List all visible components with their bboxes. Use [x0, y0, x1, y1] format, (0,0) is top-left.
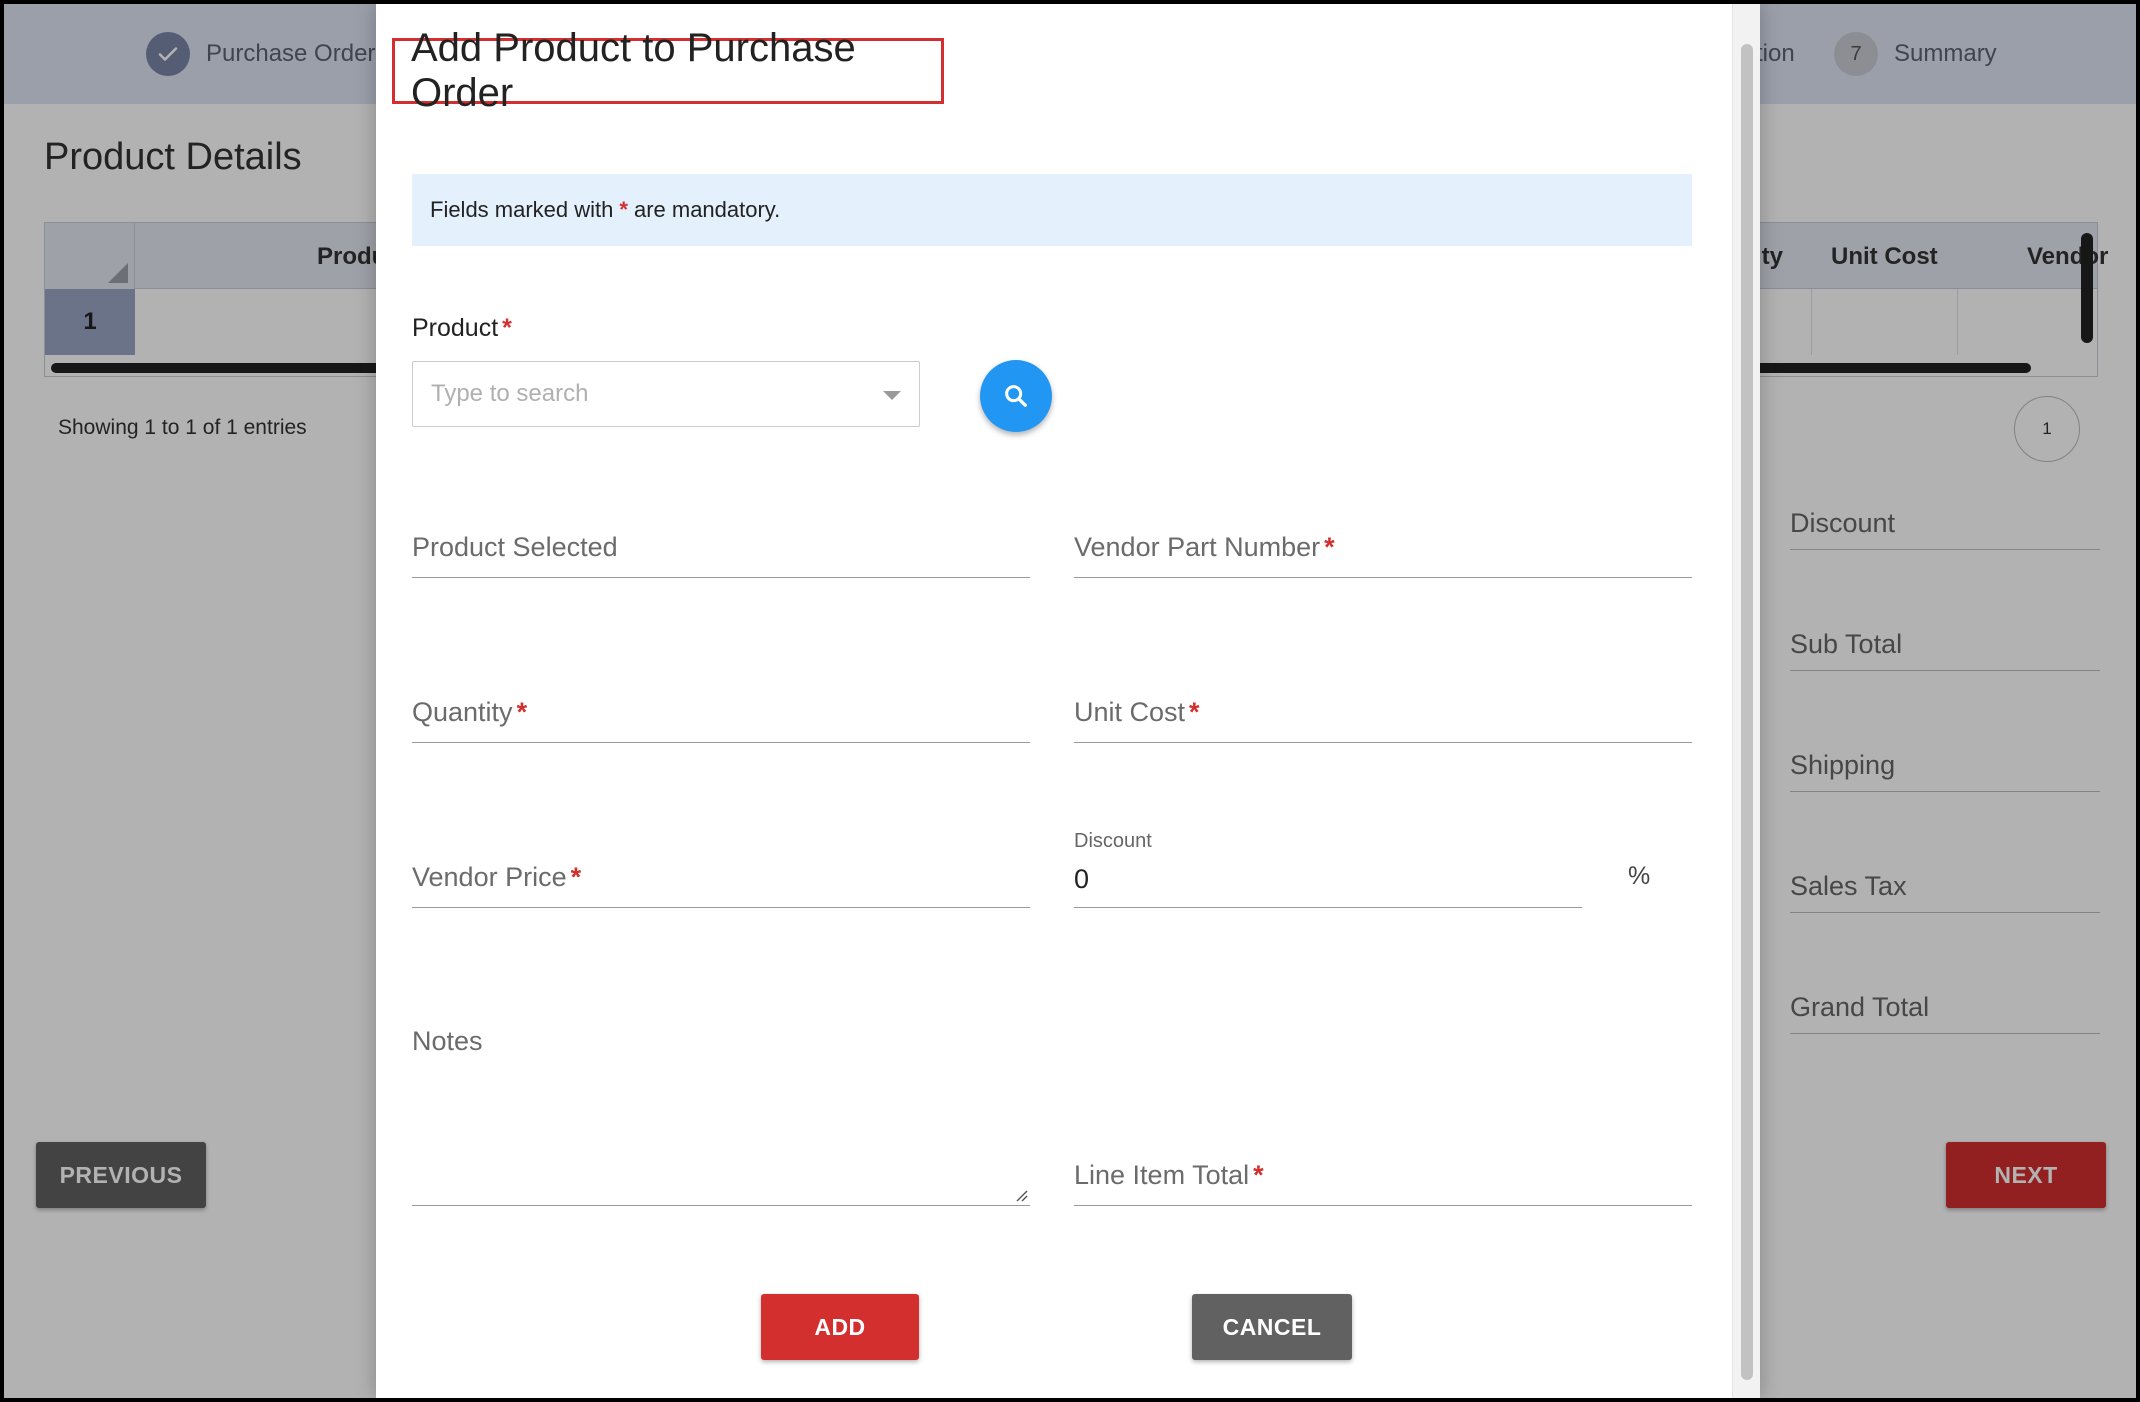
line-item-total-field[interactable]: Line Item Total * — [1074, 1150, 1692, 1206]
notice-suffix: are mandatory. — [633, 197, 781, 222]
field-label: Vendor Price * — [412, 862, 581, 893]
app-window: Purchase Order I tion 7 Summary Product … — [4, 4, 2136, 1398]
resize-grip-icon[interactable] — [1014, 1188, 1028, 1202]
required-star: * — [1253, 1160, 1264, 1190]
label-text: Line Item Total — [1074, 1160, 1250, 1190]
label-text: Unit Cost — [1074, 697, 1186, 727]
add-product-modal: Add Product to Purchase Order Fields mar… — [376, 4, 1760, 1398]
field-label: Unit Cost * — [1074, 697, 1200, 728]
modal-scrollbar-track[interactable] — [1732, 4, 1760, 1398]
modal-title: Add Product to Purchase Order — [411, 26, 856, 115]
product-search-select[interactable]: Type to search — [412, 361, 920, 427]
notes-textarea[interactable] — [412, 1104, 1030, 1206]
discount-value: 0 — [1074, 864, 1090, 894]
product-selected-field[interactable]: Product Selected — [412, 522, 1030, 578]
field-label: Quantity * — [412, 697, 527, 728]
field-label: Vendor Part Number * — [1074, 532, 1335, 563]
mandatory-notice: Fields marked with * are mandatory. — [412, 174, 1692, 246]
label-text: Vendor Price — [412, 862, 567, 892]
add-button[interactable]: ADD — [761, 1294, 919, 1360]
vendor-price-field[interactable]: Vendor Price * — [412, 852, 1030, 908]
product-search-button[interactable] — [980, 360, 1052, 432]
required-star: * — [619, 197, 628, 222]
discount-label: Discount — [1074, 830, 1152, 852]
vendor-part-number-field[interactable]: Vendor Part Number * — [1074, 522, 1692, 578]
required-star: * — [502, 314, 512, 342]
label-text: Vendor Part Number — [1074, 532, 1321, 562]
required-star: * — [1189, 697, 1200, 727]
field-label: Product Selected — [412, 532, 618, 563]
label-text: Quantity — [412, 697, 513, 727]
quantity-field[interactable]: Quantity * — [412, 687, 1030, 743]
label-text: Product Selected — [412, 532, 618, 562]
discount-field[interactable]: 0 — [1074, 852, 1582, 908]
select-placeholder: Type to search — [431, 380, 589, 407]
required-star: * — [1324, 532, 1335, 562]
required-star: * — [516, 697, 528, 727]
product-label: Product * — [412, 314, 512, 343]
modal-title-highlight: Add Product to Purchase Order — [392, 26, 944, 115]
required-star: * — [570, 862, 582, 892]
label-text: Product — [412, 314, 499, 342]
chevron-down-icon — [883, 391, 901, 400]
search-icon — [1005, 385, 1027, 407]
notice-prefix: Fields marked with — [430, 197, 614, 222]
field-label: Line Item Total * — [1074, 1160, 1264, 1191]
unit-cost-field[interactable]: Unit Cost * — [1074, 687, 1692, 743]
percent-unit: % — [1628, 862, 1651, 890]
cancel-button[interactable]: CANCEL — [1192, 1294, 1352, 1360]
modal-scrollbar-thumb[interactable] — [1741, 44, 1753, 1380]
